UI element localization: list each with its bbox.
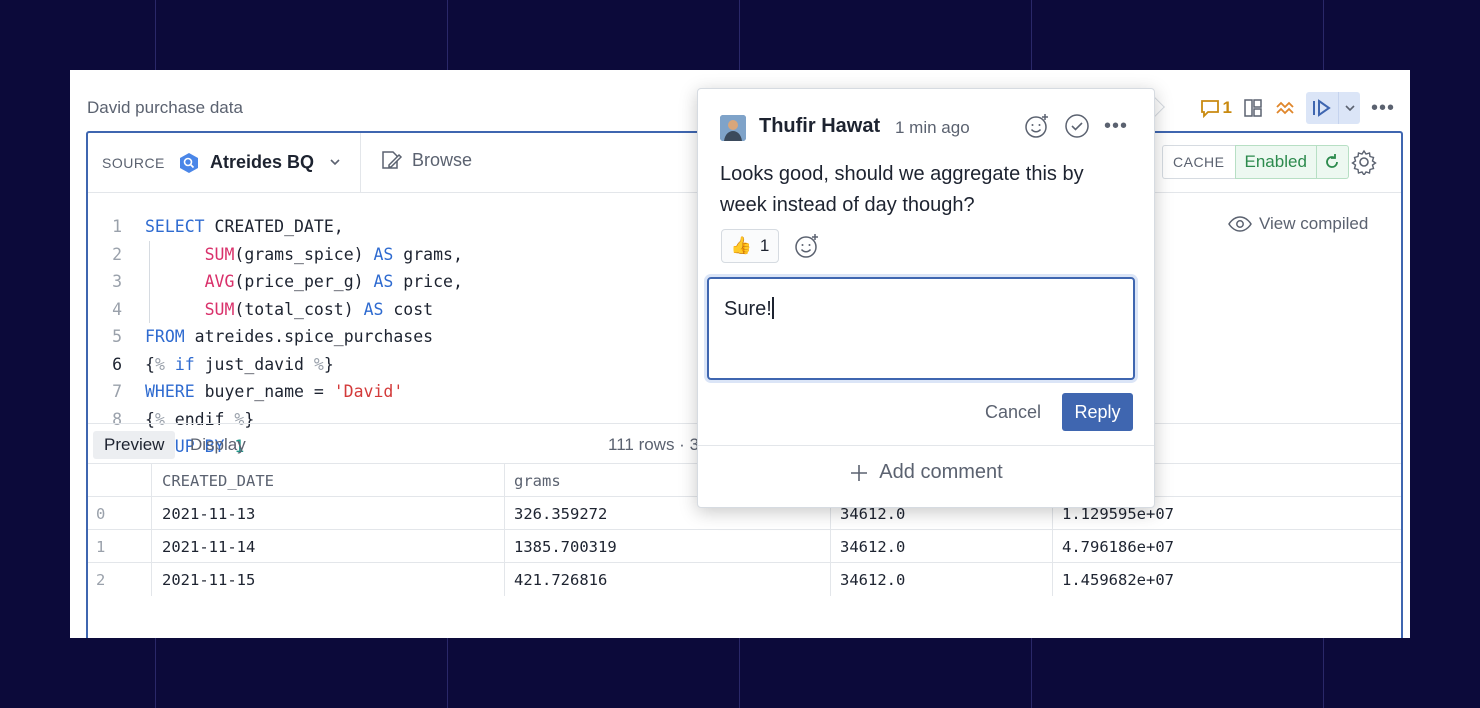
table-cell: 1.459682e+07 [1062, 571, 1174, 589]
reply-text: Sure! [724, 298, 772, 320]
toolbar-divider [360, 133, 361, 192]
eye-icon [1228, 216, 1252, 232]
column-header[interactable]: CREATED_DATE [162, 472, 274, 490]
column-divider [830, 563, 831, 596]
cancel-button[interactable]: Cancel [985, 402, 1041, 423]
comments-button[interactable]: 1 [1200, 98, 1232, 118]
source-selector[interactable]: Atreides BQ [210, 152, 314, 173]
add-comment-button[interactable]: Add comment [698, 461, 1154, 484]
run-button[interactable] [1306, 92, 1338, 124]
run-button-group [1306, 92, 1360, 124]
resolve-icon[interactable] [1064, 113, 1090, 139]
reactive-icon[interactable] [1274, 97, 1296, 119]
column-divider [1052, 563, 1053, 596]
table-cell: 4.796186e+07 [1062, 538, 1174, 556]
table-cell: 34612.0 [840, 571, 906, 589]
table-cell: 2021-11-15 [162, 571, 256, 589]
comment-time: 1 min ago [895, 118, 970, 137]
reply-input[interactable]: Sure! [707, 277, 1135, 380]
plus-icon [851, 464, 868, 481]
row-index: 1 [96, 538, 106, 556]
line-number: 2 [112, 244, 122, 264]
comment-count: 1 [1222, 98, 1232, 117]
cache-label: CACHE [1162, 145, 1235, 179]
tab-display[interactable]: Display [190, 435, 246, 455]
reply-button[interactable]: Reply [1062, 393, 1133, 431]
reaction-chip[interactable]: 👍 1 [721, 229, 779, 263]
comment-actions: ••• [1024, 113, 1128, 139]
reaction-count: 1 [759, 236, 770, 255]
bigquery-icon [180, 153, 198, 173]
add-reaction-icon[interactable] [794, 233, 820, 259]
cache-control: CACHE Enabled [1162, 145, 1349, 179]
browse-button[interactable]: Browse [380, 149, 472, 171]
table-row: 2 2021-11-15 421.726816 34612.0 1.459682… [88, 562, 1401, 596]
table-row: 1 2021-11-14 1385.700319 34612.0 4.79618… [88, 529, 1401, 563]
browse-label: Browse [412, 149, 473, 170]
table-cell: 326.359272 [514, 505, 608, 523]
browse-icon [382, 151, 403, 169]
column-divider [151, 563, 152, 596]
row-index: 2 [96, 571, 106, 589]
line-number: 4 [112, 299, 122, 319]
run-options-button[interactable] [1338, 92, 1360, 124]
comment-icon [1200, 100, 1219, 118]
source-label: SOURCE [102, 155, 165, 171]
column-divider [151, 497, 152, 530]
view-compiled-label: View compiled [1259, 214, 1369, 233]
line-number: 7 [112, 382, 122, 401]
column-divider [151, 530, 152, 563]
cache-status-toggle[interactable]: Enabled [1234, 145, 1317, 179]
chevron-down-icon [1344, 105, 1355, 112]
more-options-icon[interactable]: ••• [1104, 115, 1128, 138]
table-cell: 2021-11-13 [162, 505, 256, 523]
column-divider [504, 530, 505, 563]
avatar [720, 115, 746, 141]
column-header[interactable]: grams [514, 472, 561, 490]
cell-actions: 1 ••• [1200, 92, 1396, 124]
line-number: 6 [112, 354, 122, 374]
cell-title[interactable]: David purchase data [87, 98, 243, 118]
column-divider [830, 530, 831, 563]
view-compiled-button[interactable]: View compiled [1228, 214, 1368, 234]
line-number: 5 [112, 327, 122, 346]
divider [698, 445, 1154, 446]
column-divider [504, 464, 505, 497]
comment-author: Thufir Hawat [759, 115, 881, 137]
table-cell: 2021-11-14 [162, 538, 256, 556]
run-icon [1313, 99, 1331, 117]
line-number: 1 [112, 217, 122, 236]
tab-preview[interactable]: Preview [93, 431, 176, 459]
more-options-icon[interactable]: ••• [1370, 97, 1396, 120]
thumbs-up-icon: 👍 [730, 236, 752, 255]
row-index: 0 [96, 505, 106, 523]
column-divider [504, 563, 505, 596]
chevron-down-icon[interactable] [328, 155, 342, 169]
add-comment-label: Add comment [879, 461, 1003, 483]
text-cursor [771, 297, 774, 319]
layout-icon[interactable] [1242, 97, 1264, 119]
cache-refresh-button[interactable] [1316, 145, 1349, 179]
table-cell: 34612.0 [840, 538, 906, 556]
gear-icon[interactable] [1351, 149, 1377, 175]
comment-text: Looks good, should we aggregate this by … [720, 163, 1084, 216]
column-divider [1052, 530, 1053, 563]
table-cell: 1385.700319 [514, 538, 617, 556]
column-divider [151, 464, 152, 497]
line-number: 3 [112, 272, 122, 291]
refresh-icon [1326, 154, 1339, 168]
add-reaction-icon[interactable] [1024, 113, 1050, 139]
comment-popover: Thufir Hawat 1 min ago ••• Looks good, s… [697, 88, 1155, 508]
column-divider [504, 497, 505, 530]
table-cell: 421.726816 [514, 571, 608, 589]
